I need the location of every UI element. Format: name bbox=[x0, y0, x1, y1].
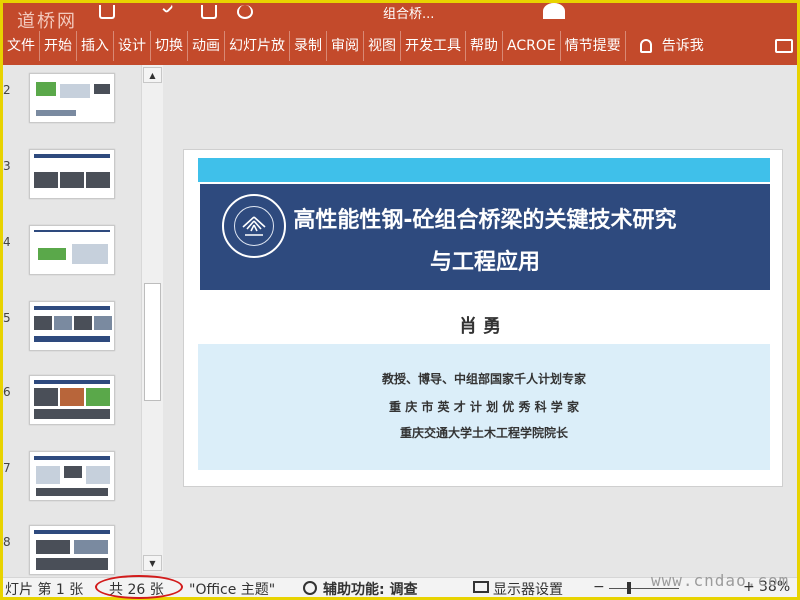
thumbnail-number: 3 bbox=[3, 159, 11, 173]
tab-developer[interactable]: 开发工具 bbox=[401, 31, 466, 61]
tab-storyboarding[interactable]: 情节提要 bbox=[561, 31, 626, 61]
ribbon-tabs: 文件 开始 插入 设计 切换 动画 幻灯片放 录制 审阅 视图 开发工具 帮助 … bbox=[3, 31, 797, 61]
author-position-line: 重庆交通大学土木工程学院院长 bbox=[399, 426, 568, 440]
thumbnail-image[interactable] bbox=[29, 525, 115, 575]
display-icon[interactable] bbox=[473, 581, 489, 593]
comments-icon[interactable] bbox=[775, 39, 793, 53]
thumbnail-scrollbar[interactable]: ▲ ▼ bbox=[141, 65, 163, 573]
tab-record[interactable]: 录制 bbox=[290, 31, 327, 61]
author-info-band: 教授、博导、中组部国家千人计划专家 重 庆 市 英 才 计 划 优 秀 科 学 … bbox=[198, 344, 770, 470]
document-title: 组合桥... bbox=[383, 7, 435, 22]
thumbnail-image[interactable] bbox=[29, 225, 115, 275]
tell-me-search[interactable]: 告诉我 bbox=[658, 31, 708, 61]
thumbnail-image[interactable] bbox=[29, 301, 115, 351]
scroll-down-icon[interactable]: ▼ bbox=[143, 555, 162, 571]
save-icon[interactable] bbox=[99, 5, 115, 19]
thumbnail-slide-3[interactable]: 3 bbox=[3, 149, 143, 209]
title-band: 高性能性钢-砼组合桥梁的关键技术研究 与工程应用 bbox=[200, 184, 770, 290]
thumbnail-slide-7[interactable]: 7 bbox=[3, 451, 143, 511]
site-watermark: 道桥网 bbox=[17, 11, 77, 32]
highlight-circle bbox=[95, 575, 183, 599]
scroll-up-icon[interactable]: ▲ bbox=[143, 67, 162, 83]
lightbulb-icon[interactable] bbox=[639, 39, 652, 53]
tab-acrobat[interactable]: ACROE bbox=[503, 31, 561, 61]
tab-file[interactable]: 文件 bbox=[3, 31, 40, 61]
thumbnail-slide-5[interactable]: 5 bbox=[3, 301, 143, 361]
author-honor-line: 重 庆 市 英 才 计 划 优 秀 科 学 家 bbox=[389, 400, 579, 414]
thumbnail-image[interactable] bbox=[29, 73, 115, 123]
theme-name: "Office 主题" bbox=[189, 582, 276, 598]
tab-insert[interactable]: 插入 bbox=[77, 31, 114, 61]
zoom-out-button[interactable]: − bbox=[593, 579, 605, 595]
site-watermark-bottom: www.cndao.com bbox=[651, 571, 790, 590]
thumbnail-number: 5 bbox=[3, 311, 11, 325]
thumbnail-slide-6[interactable]: 6 bbox=[3, 375, 143, 435]
tab-review[interactable]: 审阅 bbox=[327, 31, 364, 61]
author-name: 肖勇 bbox=[459, 316, 507, 337]
thumbnail-image[interactable] bbox=[29, 375, 115, 425]
slide-title-line-2: 与工程应用 bbox=[429, 250, 540, 275]
slide-canvas[interactable]: 高性能性钢-砼组合桥梁的关键技术研究 与工程应用 肖勇 教授、博导、中组部国家千… bbox=[183, 149, 783, 487]
author-title-line: 教授、博导、中组部国家千人计划专家 bbox=[381, 372, 586, 386]
record-icon[interactable] bbox=[237, 5, 253, 19]
check-icon[interactable] bbox=[162, 2, 174, 14]
thumbnail-image[interactable] bbox=[29, 451, 115, 501]
tab-animations[interactable]: 动画 bbox=[188, 31, 225, 61]
display-settings[interactable]: 显示器设置 bbox=[493, 579, 563, 599]
accessibility-status[interactable]: 辅助功能: 调查 bbox=[323, 579, 417, 599]
thumbnail-number: 4 bbox=[3, 235, 11, 249]
tab-help[interactable]: 帮助 bbox=[466, 31, 503, 61]
thumbnail-slide-2[interactable]: 2 bbox=[3, 73, 143, 133]
tab-home[interactable]: 开始 bbox=[40, 31, 77, 61]
tab-design[interactable]: 设计 bbox=[114, 31, 151, 61]
tab-view[interactable]: 视图 bbox=[364, 31, 401, 61]
logo-band bbox=[198, 158, 770, 182]
tab-transitions[interactable]: 切换 bbox=[151, 31, 188, 61]
thumbnail-slide-4[interactable]: 4 bbox=[3, 225, 143, 285]
thumbnail-number: 2 bbox=[3, 83, 11, 97]
accessibility-icon[interactable] bbox=[303, 581, 317, 595]
account-avatar-icon[interactable] bbox=[543, 3, 565, 19]
thumbnail-number: 7 bbox=[3, 461, 11, 475]
title-ribbon-bar: 道桥网 组合桥... 文件 开始 插入 设计 切换 动画 幻灯片放 录制 审阅 … bbox=[3, 2, 797, 65]
slide-title-line-1: 高性能性钢-砼组合桥梁的关键技术研究 bbox=[293, 208, 677, 233]
slide-position: 灯片 第 1 张 bbox=[5, 582, 84, 598]
zoom-slider-knob[interactable] bbox=[627, 582, 631, 594]
thumbnail-image[interactable] bbox=[29, 149, 115, 199]
scrollbar-thumb[interactable] bbox=[144, 283, 161, 401]
quick-access-toolbar: 道桥网 组合桥... bbox=[3, 2, 797, 32]
thumbnail-number: 6 bbox=[3, 385, 11, 399]
tab-slideshow[interactable]: 幻灯片放 bbox=[225, 31, 290, 61]
thumbnail-number: 8 bbox=[3, 535, 11, 549]
preview-icon[interactable] bbox=[201, 5, 217, 19]
